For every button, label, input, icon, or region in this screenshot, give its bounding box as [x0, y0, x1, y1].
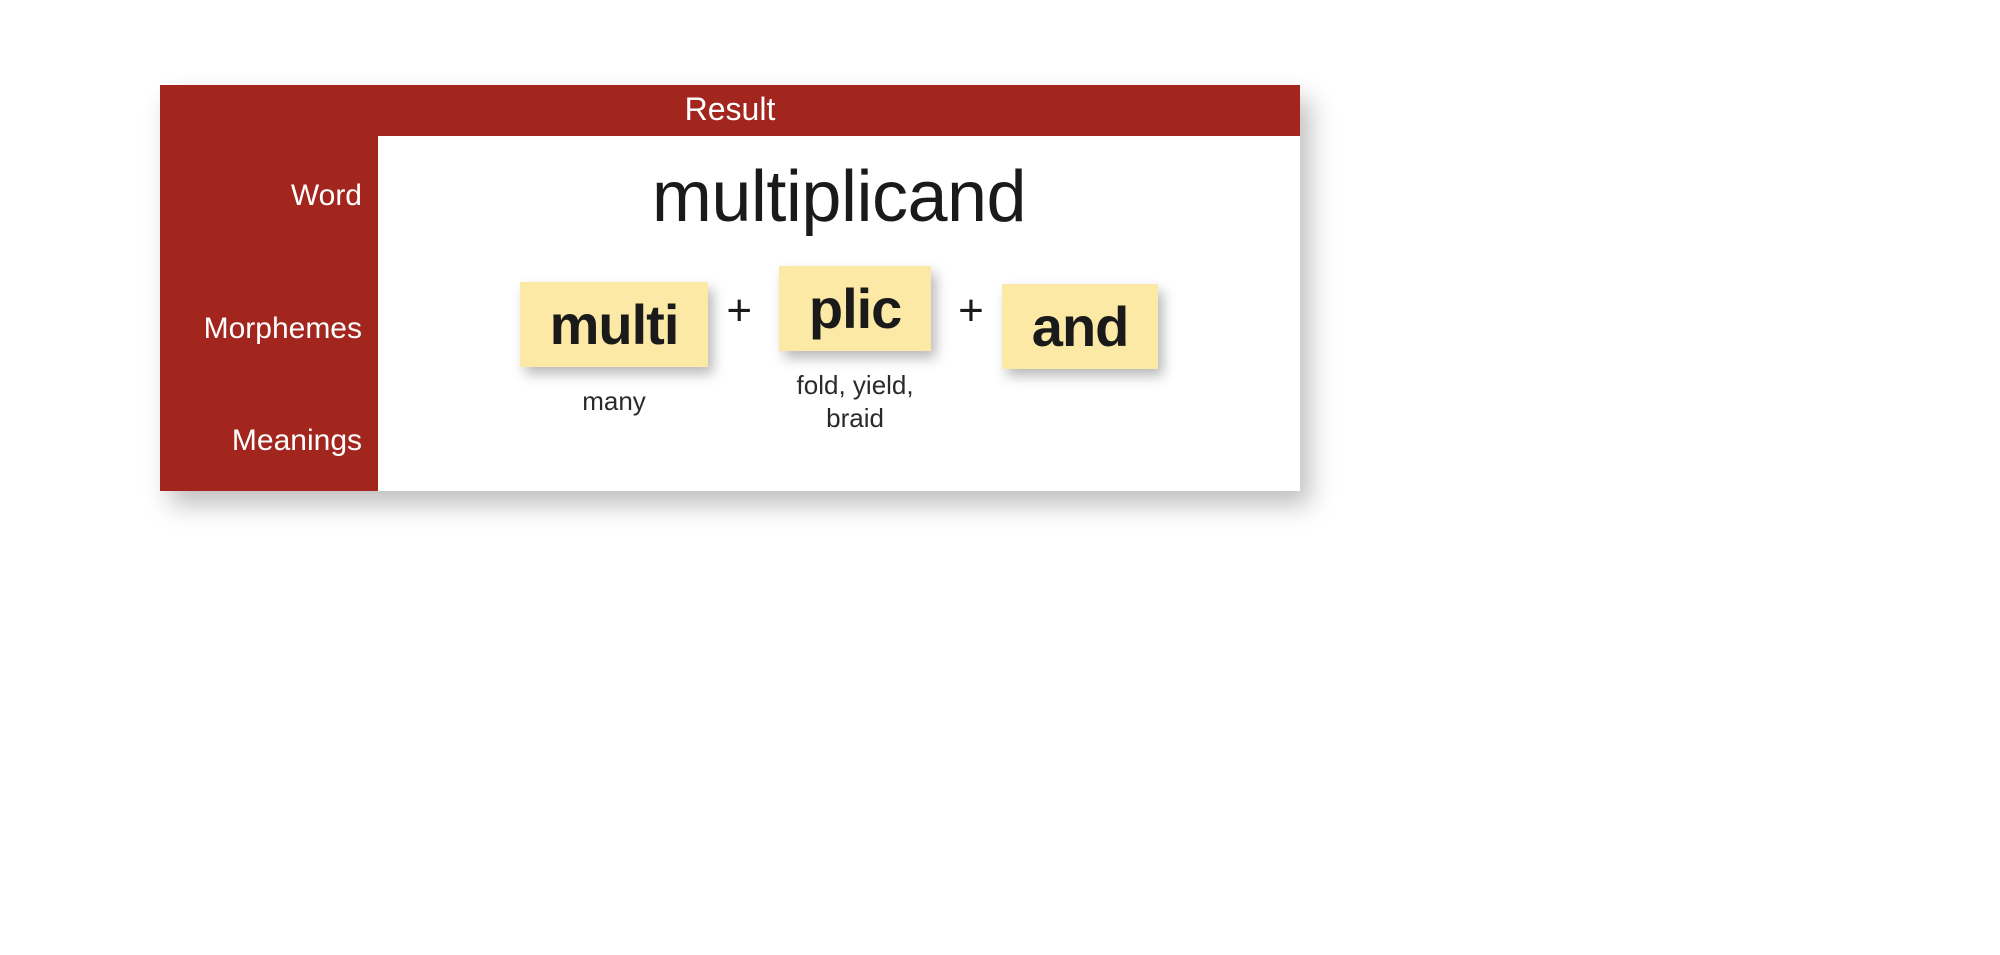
panel-header: Result [160, 85, 1300, 136]
plus-icon: + [726, 286, 752, 336]
morpheme-column-0: multi many [520, 282, 709, 418]
morpheme-column-2: and [1002, 284, 1159, 417]
plus-icon: + [958, 286, 984, 336]
morpheme-chip: multi [520, 282, 709, 367]
result-panel: Result Word Morphemes Meanings multiplic… [160, 85, 1300, 491]
morpheme-meaning: many [582, 385, 646, 418]
morpheme-row: multi many + plic fold, yield, braid + a… [520, 266, 1159, 434]
label-meanings: Meanings [160, 401, 362, 481]
morpheme-chip: and [1002, 284, 1159, 369]
morpheme-meaning: fold, yield, braid [770, 369, 940, 434]
result-box: multiplicand multi many + plic fold, yie… [378, 136, 1300, 491]
label-word: Word [160, 136, 362, 256]
content-area: Word Morphemes Meanings multiplicand mul… [160, 136, 1300, 491]
morpheme-chip: plic [779, 266, 931, 351]
label-morphemes: Morphemes [160, 256, 362, 401]
sidebar: Word Morphemes Meanings [160, 136, 378, 491]
morpheme-column-1: plic fold, yield, braid [770, 266, 940, 434]
word-display: multiplicand [652, 156, 1026, 238]
